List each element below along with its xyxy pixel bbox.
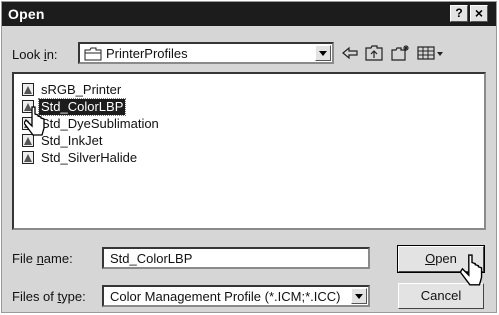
open-dialog: Open ? × Look in: PrinterProfiles sRGB_P… xyxy=(1,1,497,313)
look-in-label: Look in: xyxy=(12,47,58,62)
chevron-down-icon xyxy=(319,51,327,56)
mouse-pointer-icon xyxy=(460,254,483,286)
look-in-value: PrinterProfiles xyxy=(106,46,188,61)
back-icon[interactable] xyxy=(340,44,360,62)
look-in-combobox[interactable]: PrinterProfiles xyxy=(78,42,334,64)
title-bar[interactable]: Open ? × xyxy=(2,2,496,26)
profile-file-icon xyxy=(22,151,34,164)
up-folder-icon[interactable] xyxy=(364,44,384,62)
window-title: Open xyxy=(8,6,45,22)
file-name-label: File name: xyxy=(12,251,73,266)
file-name-input[interactable]: Std_ColorLBP xyxy=(102,247,370,269)
file-list[interactable]: sRGB_Printer Std_ColorLBP Std_DyeSublima… xyxy=(12,72,486,230)
profile-file-icon xyxy=(22,83,34,96)
look-in-dropdown-button[interactable] xyxy=(315,45,331,61)
file-type-dropdown-button[interactable] xyxy=(351,288,367,304)
close-button[interactable]: × xyxy=(470,5,488,22)
file-type-select[interactable]: Color Management Profile (*.ICM;*.ICC) xyxy=(102,285,370,307)
file-type-label: Files of type: xyxy=(12,289,86,304)
folder-icon xyxy=(84,47,102,61)
new-folder-icon[interactable] xyxy=(390,44,410,62)
mouse-pointer-icon xyxy=(24,106,45,136)
view-menu-icon[interactable] xyxy=(416,44,444,62)
help-button[interactable]: ? xyxy=(450,5,468,22)
chevron-down-icon xyxy=(355,294,363,299)
